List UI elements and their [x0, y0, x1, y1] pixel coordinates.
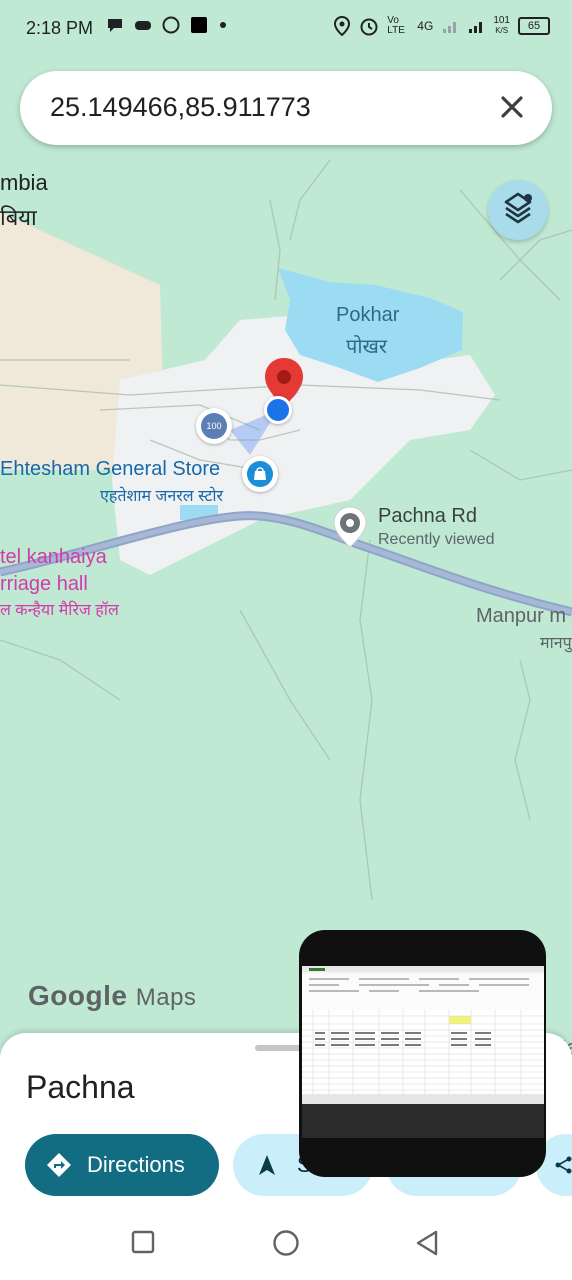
app-square-icon [191, 17, 207, 33]
atm-badge: 100 [201, 413, 227, 439]
store-label-hindi: एहतेशाम जनरल स्टोर [100, 488, 224, 505]
layers-icon [504, 192, 532, 224]
home-circle-icon[interactable] [272, 1229, 300, 1257]
close-icon[interactable] [496, 91, 528, 123]
whatsapp-icon [162, 16, 180, 34]
network-4g-indicator: 4G [417, 19, 434, 33]
map-label-mbia[interactable]: mbia [0, 170, 48, 196]
net-speed-value: 101 [493, 15, 510, 26]
back-triangle-icon[interactable] [414, 1229, 440, 1257]
net-speed: 101 K/S [493, 16, 510, 36]
hotel-label-line2[interactable]: rriage hall [0, 573, 88, 596]
google-logo-text: Google [28, 980, 128, 1011]
maps-logo-text: Maps [135, 984, 197, 1011]
notification-icons [106, 16, 228, 34]
net-speed-unit: K/S [495, 26, 509, 35]
share-icon [555, 1156, 572, 1174]
road-sublabel: Recently viewed [378, 531, 495, 548]
recent-place-marker-icon[interactable] [332, 505, 368, 549]
system-navigation-bar [0, 1230, 572, 1280]
search-input[interactable]: 25.149466,85.911773 [50, 92, 311, 123]
manpur-label[interactable]: Manpur m [476, 605, 566, 628]
hotel-label-hindi: ल कन्हैया मैरिज हॉल [0, 602, 119, 619]
directions-icon [47, 1153, 71, 1177]
directions-label: Directions [87, 1152, 185, 1177]
place-title: Pachna [26, 1069, 135, 1105]
store-label[interactable]: Ehtesham General Store [0, 458, 220, 481]
recents-square-icon[interactable] [131, 1230, 155, 1254]
my-location-dot [264, 396, 292, 424]
volte-indicator: Vo LTE [387, 15, 405, 36]
game-controller-icon [135, 21, 151, 30]
more-dot-icon [220, 22, 226, 28]
road-label[interactable]: Pachna Rd [378, 505, 477, 528]
lake-label-hindi: पोखर [346, 336, 388, 358]
search-bar[interactable]: 25.149466,85.911773 [20, 71, 552, 145]
signal-1-icon [443, 22, 457, 33]
store-marker-icon[interactable] [242, 456, 278, 492]
battery-icon: 65 [518, 17, 550, 35]
system-icons: Vo LTE 4G 101 K/S 65 [333, 16, 550, 36]
alarm-icon [360, 18, 378, 36]
lake-label[interactable]: Pokhar [336, 304, 399, 327]
map-label-mbia-hindi: बिया [0, 205, 37, 230]
location-icon [334, 16, 351, 36]
layers-button[interactable] [488, 180, 548, 240]
directions-button[interactable]: Directions [25, 1134, 219, 1196]
spreadsheet-thumbnail [302, 966, 544, 1138]
shopping-bag-icon [254, 467, 266, 480]
chat-bubble-icon [108, 19, 122, 32]
navigation-arrow-icon [259, 1155, 275, 1175]
hotel-label-line1[interactable]: tel kanhaiya [0, 546, 107, 569]
picture-in-picture-window[interactable] [299, 930, 546, 1177]
signal-2-icon [469, 22, 483, 33]
status-bar: 2:18 PM Vo LTE 4G 101 K/S 65 [0, 0, 572, 58]
google-maps-logo: Google Maps [28, 980, 196, 1012]
status-time: 2:18 PM [26, 18, 94, 38]
manpur-label-hindi: मानपु [540, 635, 572, 652]
atm-marker-icon[interactable]: 100 [196, 408, 232, 444]
